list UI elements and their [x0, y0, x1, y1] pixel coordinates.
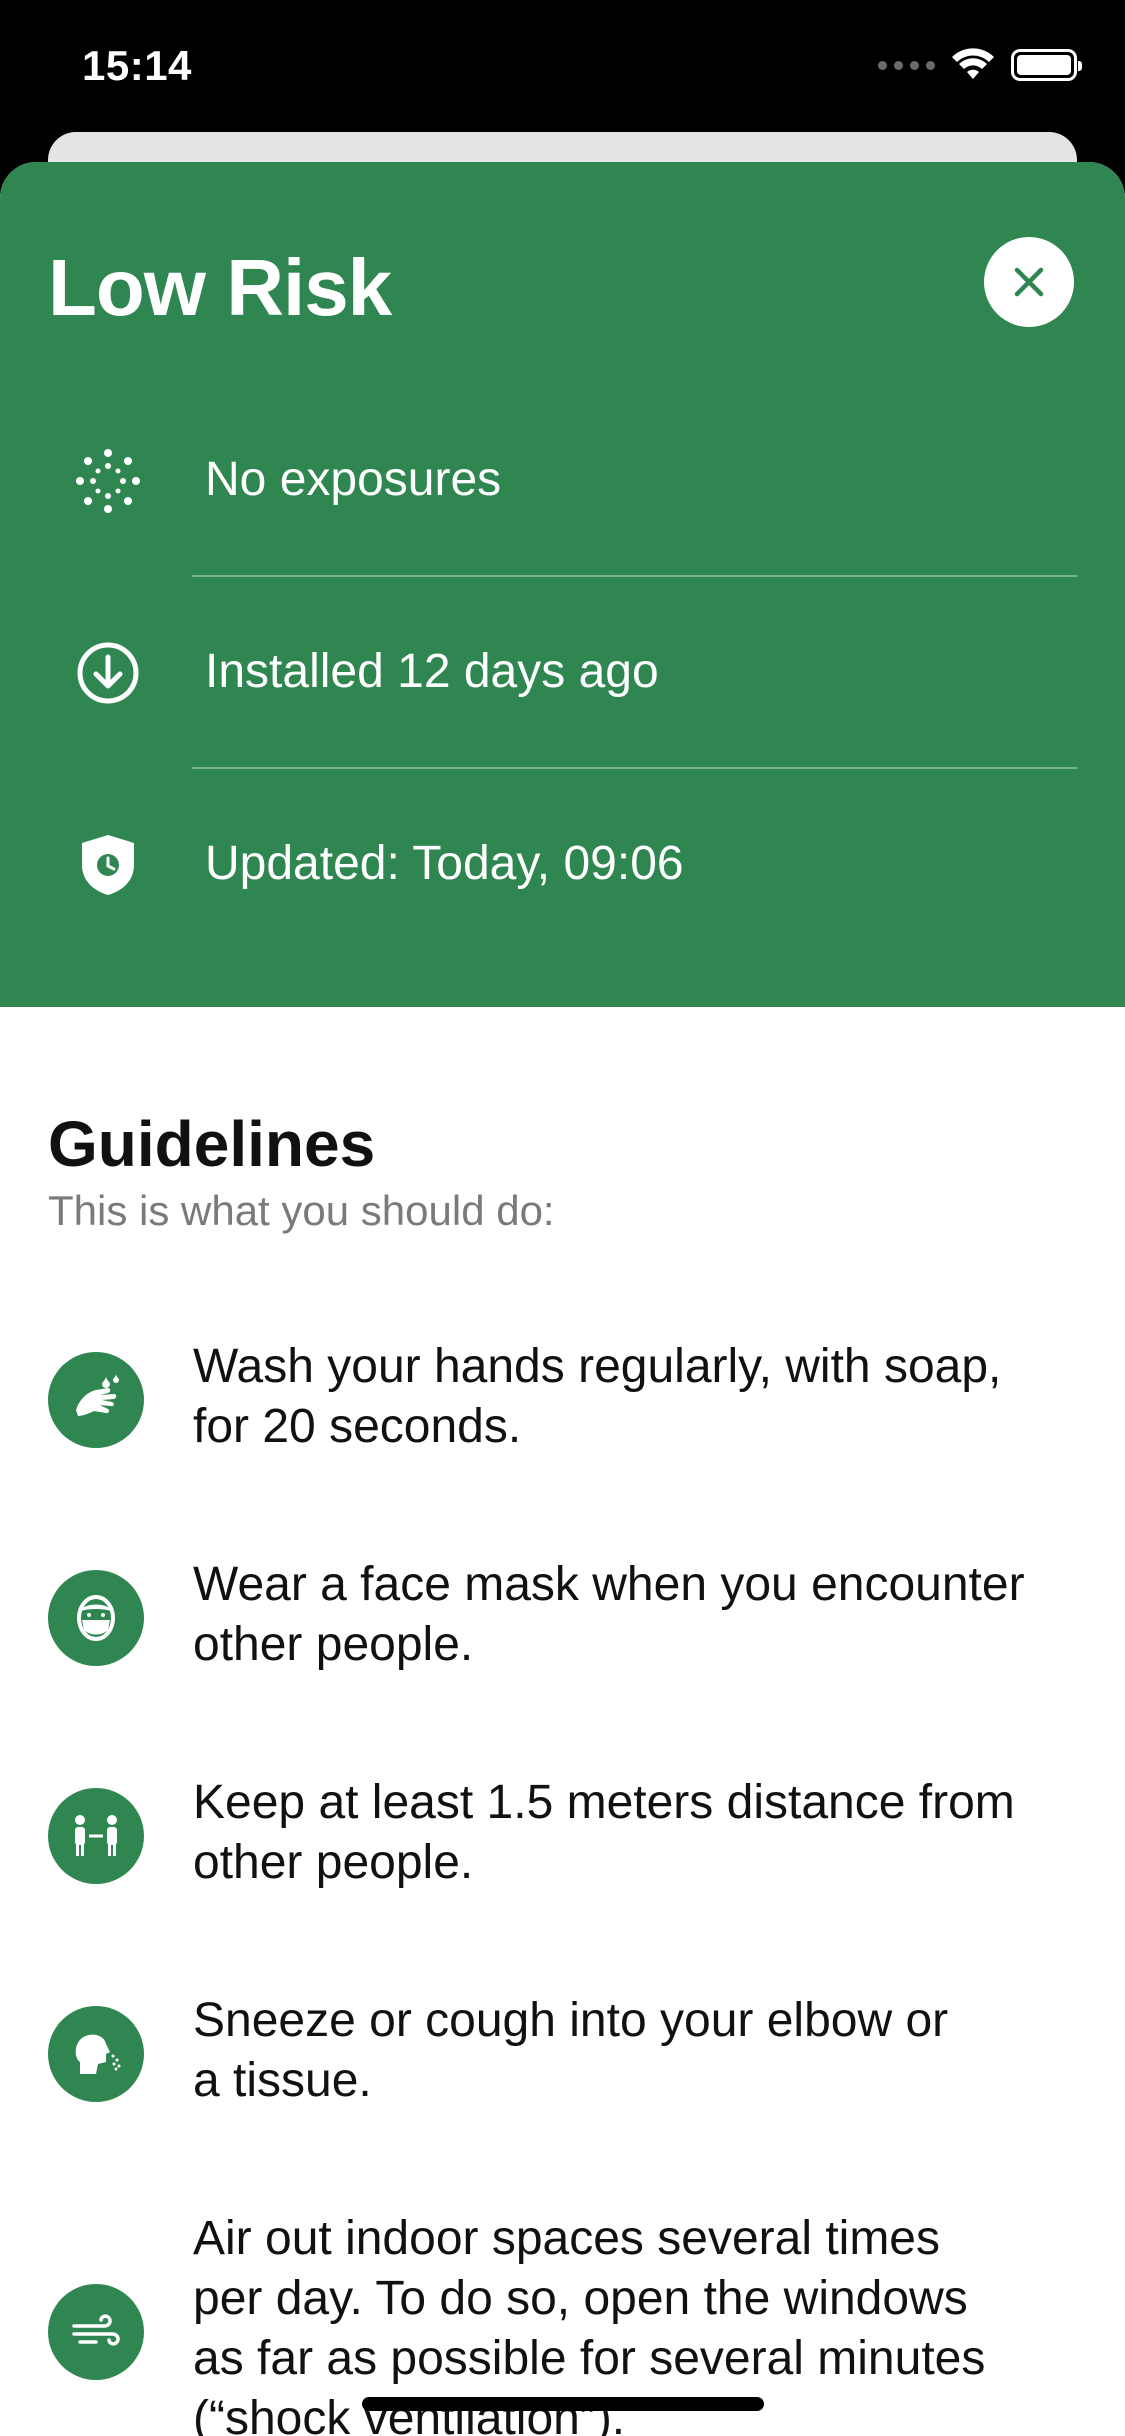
updated-label: Updated: Today, 09:06	[205, 837, 684, 890]
guideline-text: Keep at least 1.5 meters distance from o…	[193, 1776, 1015, 1889]
face-mask-icon	[48, 1570, 144, 1666]
home-indicator[interactable]	[362, 2397, 764, 2411]
download-circle-icon	[76, 641, 140, 705]
risk-detail-sheet: Low Risk No exposures Installed 12 days …	[0, 162, 1125, 2436]
status-icons	[878, 48, 1082, 82]
sneeze-elbow-icon	[48, 2006, 144, 2102]
guideline-text: Wash your hands regularly, with soap, fo…	[193, 1340, 1002, 1453]
wifi-icon	[952, 48, 994, 79]
battery-icon	[1011, 49, 1082, 81]
virus-dots-icon	[76, 449, 140, 513]
risk-header: Low Risk No exposures Installed 12 days …	[0, 162, 1125, 1007]
installed-row: Installed 12 days ago	[0, 577, 1125, 767]
status-bar: 15:14	[0, 0, 1125, 135]
guideline-text: Wear a face mask when you encounter othe…	[193, 1558, 1025, 1671]
exposure-label: No exposures	[205, 453, 502, 506]
ventilation-wind-icon	[48, 2284, 144, 2380]
guidelines-title: Guidelines	[48, 1108, 376, 1180]
cellular-signal-icon	[878, 60, 935, 70]
risk-title: Low Risk	[48, 243, 392, 332]
screen: 15:14 Low Risk No exposures Installed 12…	[0, 0, 1125, 2436]
wash-hands-icon	[48, 1352, 144, 1448]
close-button[interactable]	[984, 237, 1074, 327]
status-time: 15:14	[82, 42, 192, 89]
guidelines-subtitle: This is what you should do:	[48, 1187, 555, 1234]
guideline-text: Sneeze or cough into your elbow or a tis…	[193, 1994, 949, 2107]
shield-clock-icon	[76, 833, 140, 897]
installed-label: Installed 12 days ago	[205, 645, 659, 698]
close-icon	[1014, 267, 1044, 297]
updated-row: Updated: Today, 09:06	[0, 769, 1125, 959]
exposure-row: No exposures	[0, 385, 1125, 575]
distance-people-icon	[48, 1788, 144, 1884]
